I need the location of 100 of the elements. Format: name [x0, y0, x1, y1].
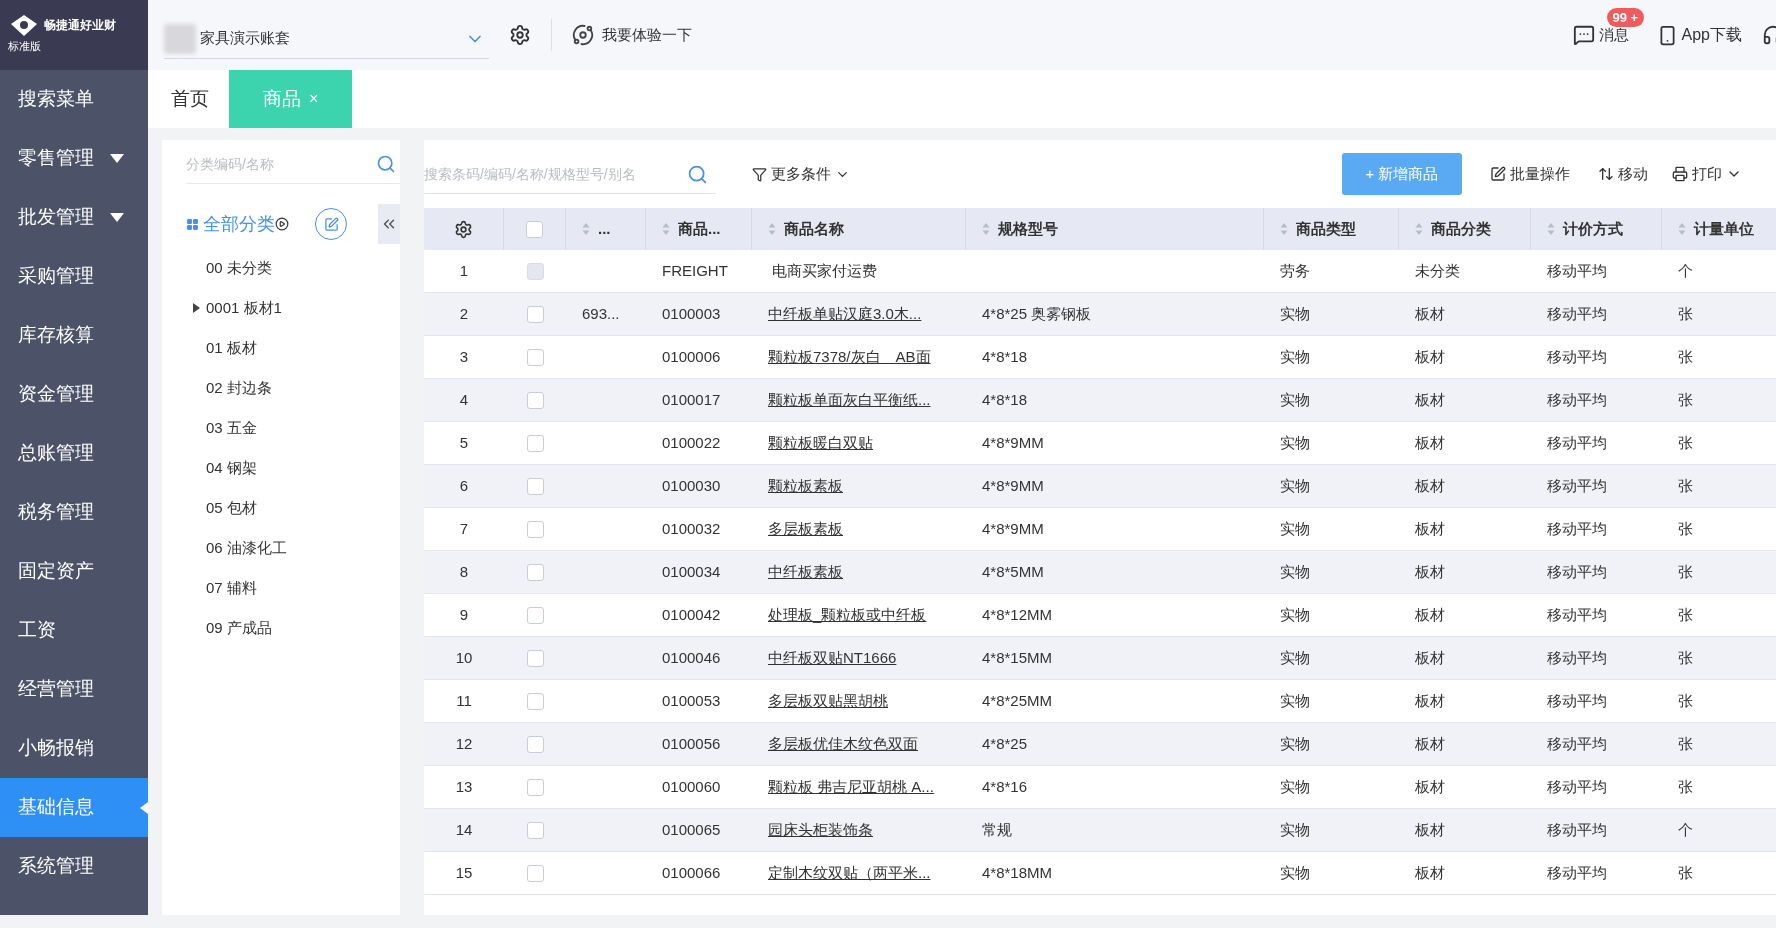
table-cell-text: 0100030: [662, 475, 721, 496]
move-button[interactable]: 移动: [1598, 162, 1648, 186]
table-cell-text: 4*8*25 奥雾钢板: [982, 303, 1092, 324]
sort-icon[interactable]: [1678, 222, 1686, 236]
category-search-field[interactable]: 分类编码/名称: [186, 144, 400, 184]
sidebar-item[interactable]: 零售管理: [0, 129, 148, 188]
checkbox[interactable]: [526, 348, 544, 366]
sort-icon[interactable]: [1280, 222, 1288, 236]
play-circle-icon[interactable]: [275, 217, 289, 231]
product-link[interactable]: 园床头柜装饰条: [768, 818, 873, 842]
row-number: 8: [459, 561, 469, 582]
checkbox[interactable]: [526, 434, 544, 452]
blurred-area: [164, 23, 196, 54]
app-download-link[interactable]: App下载: [1656, 23, 1742, 47]
caret-icon: [110, 153, 124, 164]
table-cell-text: 693...: [582, 303, 620, 324]
account-select[interactable]: 家具演示账套: [164, 19, 489, 59]
checkbox[interactable]: [526, 477, 544, 495]
category-item[interactable]: 05 包材: [206, 496, 257, 520]
sidebar-item[interactable]: 固定资产: [0, 542, 148, 601]
search-icon[interactable]: [376, 154, 396, 174]
category-item[interactable]: 07 辅料: [206, 576, 257, 600]
category-item[interactable]: 06 油漆化工: [206, 536, 287, 560]
sidebar-item[interactable]: 系统管理: [0, 837, 148, 896]
settings-icon[interactable]: [509, 24, 531, 46]
sidebar-item[interactable]: 总账管理: [0, 424, 148, 483]
category-item[interactable]: 09 产成品: [206, 616, 272, 640]
table-cell-text: 0100053: [662, 690, 721, 711]
checkbox[interactable]: [526, 305, 544, 323]
product-link[interactable]: 定制木纹双贴（两平米...: [768, 861, 931, 885]
product-link[interactable]: 颗粒板素板: [768, 474, 843, 498]
row-number: 4: [459, 389, 469, 410]
column-header[interactable]: ...: [598, 217, 611, 241]
checkbox[interactable]: [526, 735, 544, 753]
search-icon[interactable]: [687, 164, 708, 185]
product-link[interactable]: 多层板优佳木纹色双面: [768, 732, 918, 756]
checkbox[interactable]: [526, 778, 544, 796]
checkbox[interactable]: [526, 391, 544, 409]
batch-actions-button[interactable]: 批量操作: [1490, 162, 1570, 186]
table-cell-text: 4*8*9MM: [982, 518, 1044, 539]
table-cell-text: 个: [1678, 819, 1693, 840]
product-link[interactable]: 多层板素板: [768, 517, 843, 541]
product-link[interactable]: 颗粒板单面灰白平衡纸...: [768, 388, 931, 412]
sort-icon[interactable]: [1415, 222, 1423, 236]
checkbox[interactable]: [526, 563, 544, 581]
checkbox[interactable]: [526, 220, 543, 238]
sidebar-item[interactable]: 小畅报销: [0, 719, 148, 778]
column-header[interactable]: 计量单位: [1694, 217, 1754, 241]
product-link[interactable]: 多层板双贴黑胡桃: [768, 689, 888, 713]
column-header[interactable]: 商品分类: [1431, 217, 1491, 241]
sidebar-item[interactable]: 库存核算: [0, 306, 148, 365]
sort-icon[interactable]: [982, 222, 990, 236]
product-link[interactable]: 颗粒板7378/灰白 AB面: [768, 345, 931, 369]
product-link[interactable]: 中纤板双贴NT1666: [768, 646, 897, 670]
category-item[interactable]: 00 未分类: [206, 256, 272, 280]
settings-icon[interactable]: [454, 219, 473, 239]
product-link[interactable]: 颗粒板 弗吉尼亚胡桃 A...: [768, 775, 934, 799]
column-header[interactable]: 规格型号: [998, 217, 1058, 241]
sidebar-item[interactable]: 搜索菜单: [0, 70, 148, 129]
category-item[interactable]: 01 板材: [206, 336, 257, 360]
sort-icon[interactable]: [662, 222, 670, 236]
column-header[interactable]: 商品...: [678, 217, 721, 241]
product-link[interactable]: 处理板_颗粒板或中纤板: [768, 603, 927, 627]
more-filters-button[interactable]: 更多条件: [752, 162, 850, 186]
checkbox[interactable]: [526, 864, 544, 882]
table-cell-text: 实物: [1280, 432, 1310, 453]
checkbox[interactable]: [526, 821, 544, 839]
category-item[interactable]: 0001 板材1: [206, 296, 282, 320]
sort-icon[interactable]: [768, 222, 776, 236]
expand-arrow-icon[interactable]: [192, 303, 200, 313]
sidebar-item[interactable]: 税务管理: [0, 483, 148, 542]
planet-icon: [572, 24, 594, 46]
tab[interactable]: 首页: [151, 70, 229, 128]
checkbox[interactable]: [526, 649, 544, 667]
sidebar-item[interactable]: 经营管理: [0, 660, 148, 719]
sidebar-item[interactable]: 工资: [0, 601, 148, 660]
sidebar-item[interactable]: 批发管理: [0, 188, 148, 247]
table-cell-text: 0100032: [662, 518, 721, 539]
category-item[interactable]: 04 钢架: [206, 456, 257, 480]
product-link[interactable]: 颗粒板暖白双贴: [768, 431, 873, 455]
table-cell-text: 移动平均: [1547, 647, 1607, 668]
sidebar-item[interactable]: 资金管理: [0, 365, 148, 424]
try-link[interactable]: 我要体验一下: [572, 23, 692, 47]
print-button[interactable]: 打印: [1672, 162, 1742, 186]
column-header[interactable]: 计价方式: [1563, 217, 1623, 241]
checkbox[interactable]: [526, 692, 544, 710]
category-item[interactable]: 03 五金: [206, 416, 257, 440]
column-header[interactable]: 商品类型: [1296, 217, 1356, 241]
sort-icon[interactable]: [1547, 222, 1555, 236]
table-cell-text: 实物: [1280, 303, 1310, 324]
product-link[interactable]: 中纤板单贴汉庭3.0木...: [768, 302, 922, 326]
checkbox[interactable]: [526, 520, 544, 538]
product-search-field[interactable]: 搜索条码/编码/名称/规格型号/别名: [424, 154, 716, 194]
sort-icon[interactable]: [582, 222, 590, 236]
checkbox[interactable]: [526, 606, 544, 624]
category-item[interactable]: 02 封边条: [206, 376, 272, 400]
collapse-button[interactable]: [378, 204, 400, 244]
column-header[interactable]: 商品名称: [784, 217, 844, 241]
sidebar-item[interactable]: 采购管理: [0, 247, 148, 306]
product-link[interactable]: 中纤板素板: [768, 560, 843, 584]
